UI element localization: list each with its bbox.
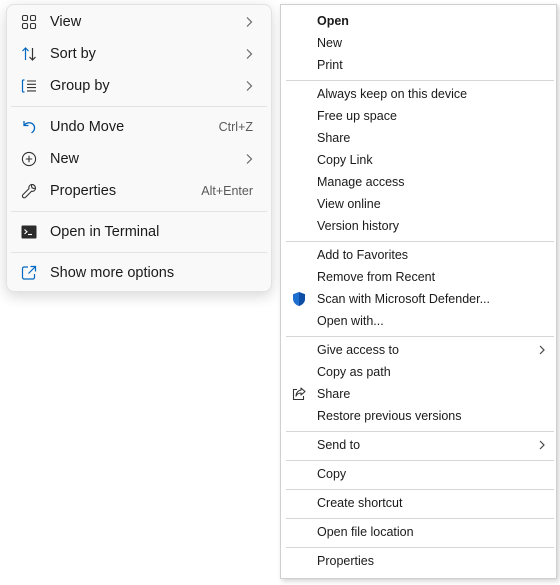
shortcut-text: Alt+Enter (201, 184, 253, 198)
menu-separator (286, 431, 554, 432)
menu-item-label: Copy (317, 467, 347, 481)
menu-item-properties[interactable]: Properties (283, 550, 554, 572)
menu-item-label: View online (317, 197, 381, 211)
menu-separator (286, 518, 554, 519)
menu-item-label: Send to (317, 438, 361, 452)
menu-item-new[interactable]: New (11, 144, 267, 174)
plus-circle-icon (21, 151, 37, 167)
menu-item-label: Give access to (317, 343, 399, 357)
classic-context-menu: Open New Print Always keep on this devic… (280, 4, 557, 579)
menu-item-undo-move[interactable]: Undo Move Ctrl+Z (11, 112, 267, 142)
menu-item-sort-by[interactable]: Sort by (11, 39, 267, 69)
menu-item-restore-previous-versions[interactable]: Restore previous versions (283, 405, 554, 427)
menu-item-open-in-terminal[interactable]: Open in Terminal (11, 217, 267, 247)
menu-item-label: Remove from Recent (317, 270, 436, 284)
menu-separator (286, 80, 554, 81)
menu-item-add-to-favorites[interactable]: Add to Favorites (283, 244, 554, 266)
menu-item-free-up-space[interactable]: Free up space (283, 105, 554, 127)
undo-icon (23, 121, 36, 134)
menu-separator (286, 547, 554, 548)
menu-separator (11, 252, 267, 253)
menu-item-label: Print (317, 58, 343, 72)
menu-item-label: Share (317, 387, 351, 401)
menu-separator (286, 489, 554, 490)
menu-item-label: Undo Move (50, 119, 125, 135)
menu-item-label: Copy Link (317, 153, 373, 167)
chevron-right-icon (246, 81, 253, 91)
menu-item-share[interactable]: Share (283, 127, 554, 149)
menu-item-label: Open with... (317, 314, 384, 328)
modern-context-menu: View Sort by Group by Undo Move Ctrl+Z N… (6, 4, 272, 292)
grid-view-icon (21, 14, 37, 30)
wrench-icon (21, 183, 37, 199)
chevron-right-icon (539, 345, 545, 355)
menu-item-label: Properties (50, 183, 117, 199)
menu-item-manage-access[interactable]: Manage access (283, 171, 554, 193)
menu-item-remove-from-recent[interactable]: Remove from Recent (283, 266, 554, 288)
menu-item-print[interactable]: Print (283, 54, 554, 76)
menu-item-scan-with-defender[interactable]: Scan with Microsoft Defender... (283, 288, 554, 310)
menu-item-label: Version history (317, 219, 399, 233)
menu-item-open[interactable]: Open (283, 10, 554, 32)
menu-item-copy-as-path[interactable]: Copy as path (283, 361, 554, 383)
menu-item-label: Copy as path (317, 365, 391, 379)
chevron-right-icon (246, 17, 253, 27)
menu-item-give-access-to[interactable]: Give access to (283, 339, 554, 361)
group-list-icon (21, 79, 36, 93)
menu-item-share-2[interactable]: Share (283, 383, 554, 405)
menu-separator (11, 106, 267, 107)
menu-item-label: Share (317, 131, 351, 145)
menu-item-version-history[interactable]: Version history (283, 215, 554, 237)
menu-item-group-by[interactable]: Group by (11, 71, 267, 101)
menu-item-label: Manage access (317, 175, 405, 189)
menu-item-label: View (50, 14, 82, 30)
menu-item-show-more-options[interactable]: Show more options (11, 258, 267, 288)
menu-item-new[interactable]: New (283, 32, 554, 54)
menu-item-label: Add to Favorites (317, 248, 409, 262)
menu-separator (286, 460, 554, 461)
menu-item-label: Restore previous versions (317, 409, 462, 423)
menu-separator (286, 336, 554, 337)
menu-item-always-keep-on-device[interactable]: Always keep on this device (283, 83, 554, 105)
menu-item-label: Sort by (50, 46, 96, 62)
chevron-right-icon (246, 154, 253, 164)
menu-item-view[interactable]: View (11, 7, 267, 37)
menu-item-label: Show more options (50, 265, 175, 281)
menu-item-label: Scan with Microsoft Defender... (317, 292, 490, 306)
menu-item-copy[interactable]: Copy (283, 463, 554, 485)
menu-item-label: New (50, 151, 80, 167)
menu-item-send-to[interactable]: Send to (283, 434, 554, 456)
share-icon (292, 387, 306, 401)
menu-item-label: Group by (50, 78, 110, 94)
chevron-right-icon (539, 440, 545, 450)
menu-item-create-shortcut[interactable]: Create shortcut (283, 492, 554, 514)
menu-separator (286, 241, 554, 242)
menu-separator (11, 211, 267, 212)
chevron-right-icon (246, 49, 253, 59)
menu-item-open-file-location[interactable]: Open file location (283, 521, 554, 543)
menu-item-view-online[interactable]: View online (283, 193, 554, 215)
menu-item-copy-link[interactable]: Copy Link (283, 149, 554, 171)
terminal-icon (21, 225, 37, 239)
menu-item-label: Open file location (317, 525, 414, 539)
menu-item-label: Free up space (317, 109, 397, 123)
expand-icon (21, 265, 37, 280)
shield-icon (293, 292, 305, 306)
menu-item-label: Always keep on this device (317, 87, 468, 101)
menu-item-label: Create shortcut (317, 496, 403, 510)
menu-item-properties[interactable]: Properties Alt+Enter (11, 176, 267, 206)
menu-item-open-with[interactable]: Open with... (283, 310, 554, 332)
menu-item-label: Open (317, 14, 349, 28)
shortcut-text: Ctrl+Z (218, 120, 253, 134)
menu-item-label: Properties (317, 554, 374, 568)
menu-item-label: New (317, 36, 343, 50)
menu-item-label: Open in Terminal (50, 224, 160, 240)
sort-arrows-icon (22, 47, 36, 61)
